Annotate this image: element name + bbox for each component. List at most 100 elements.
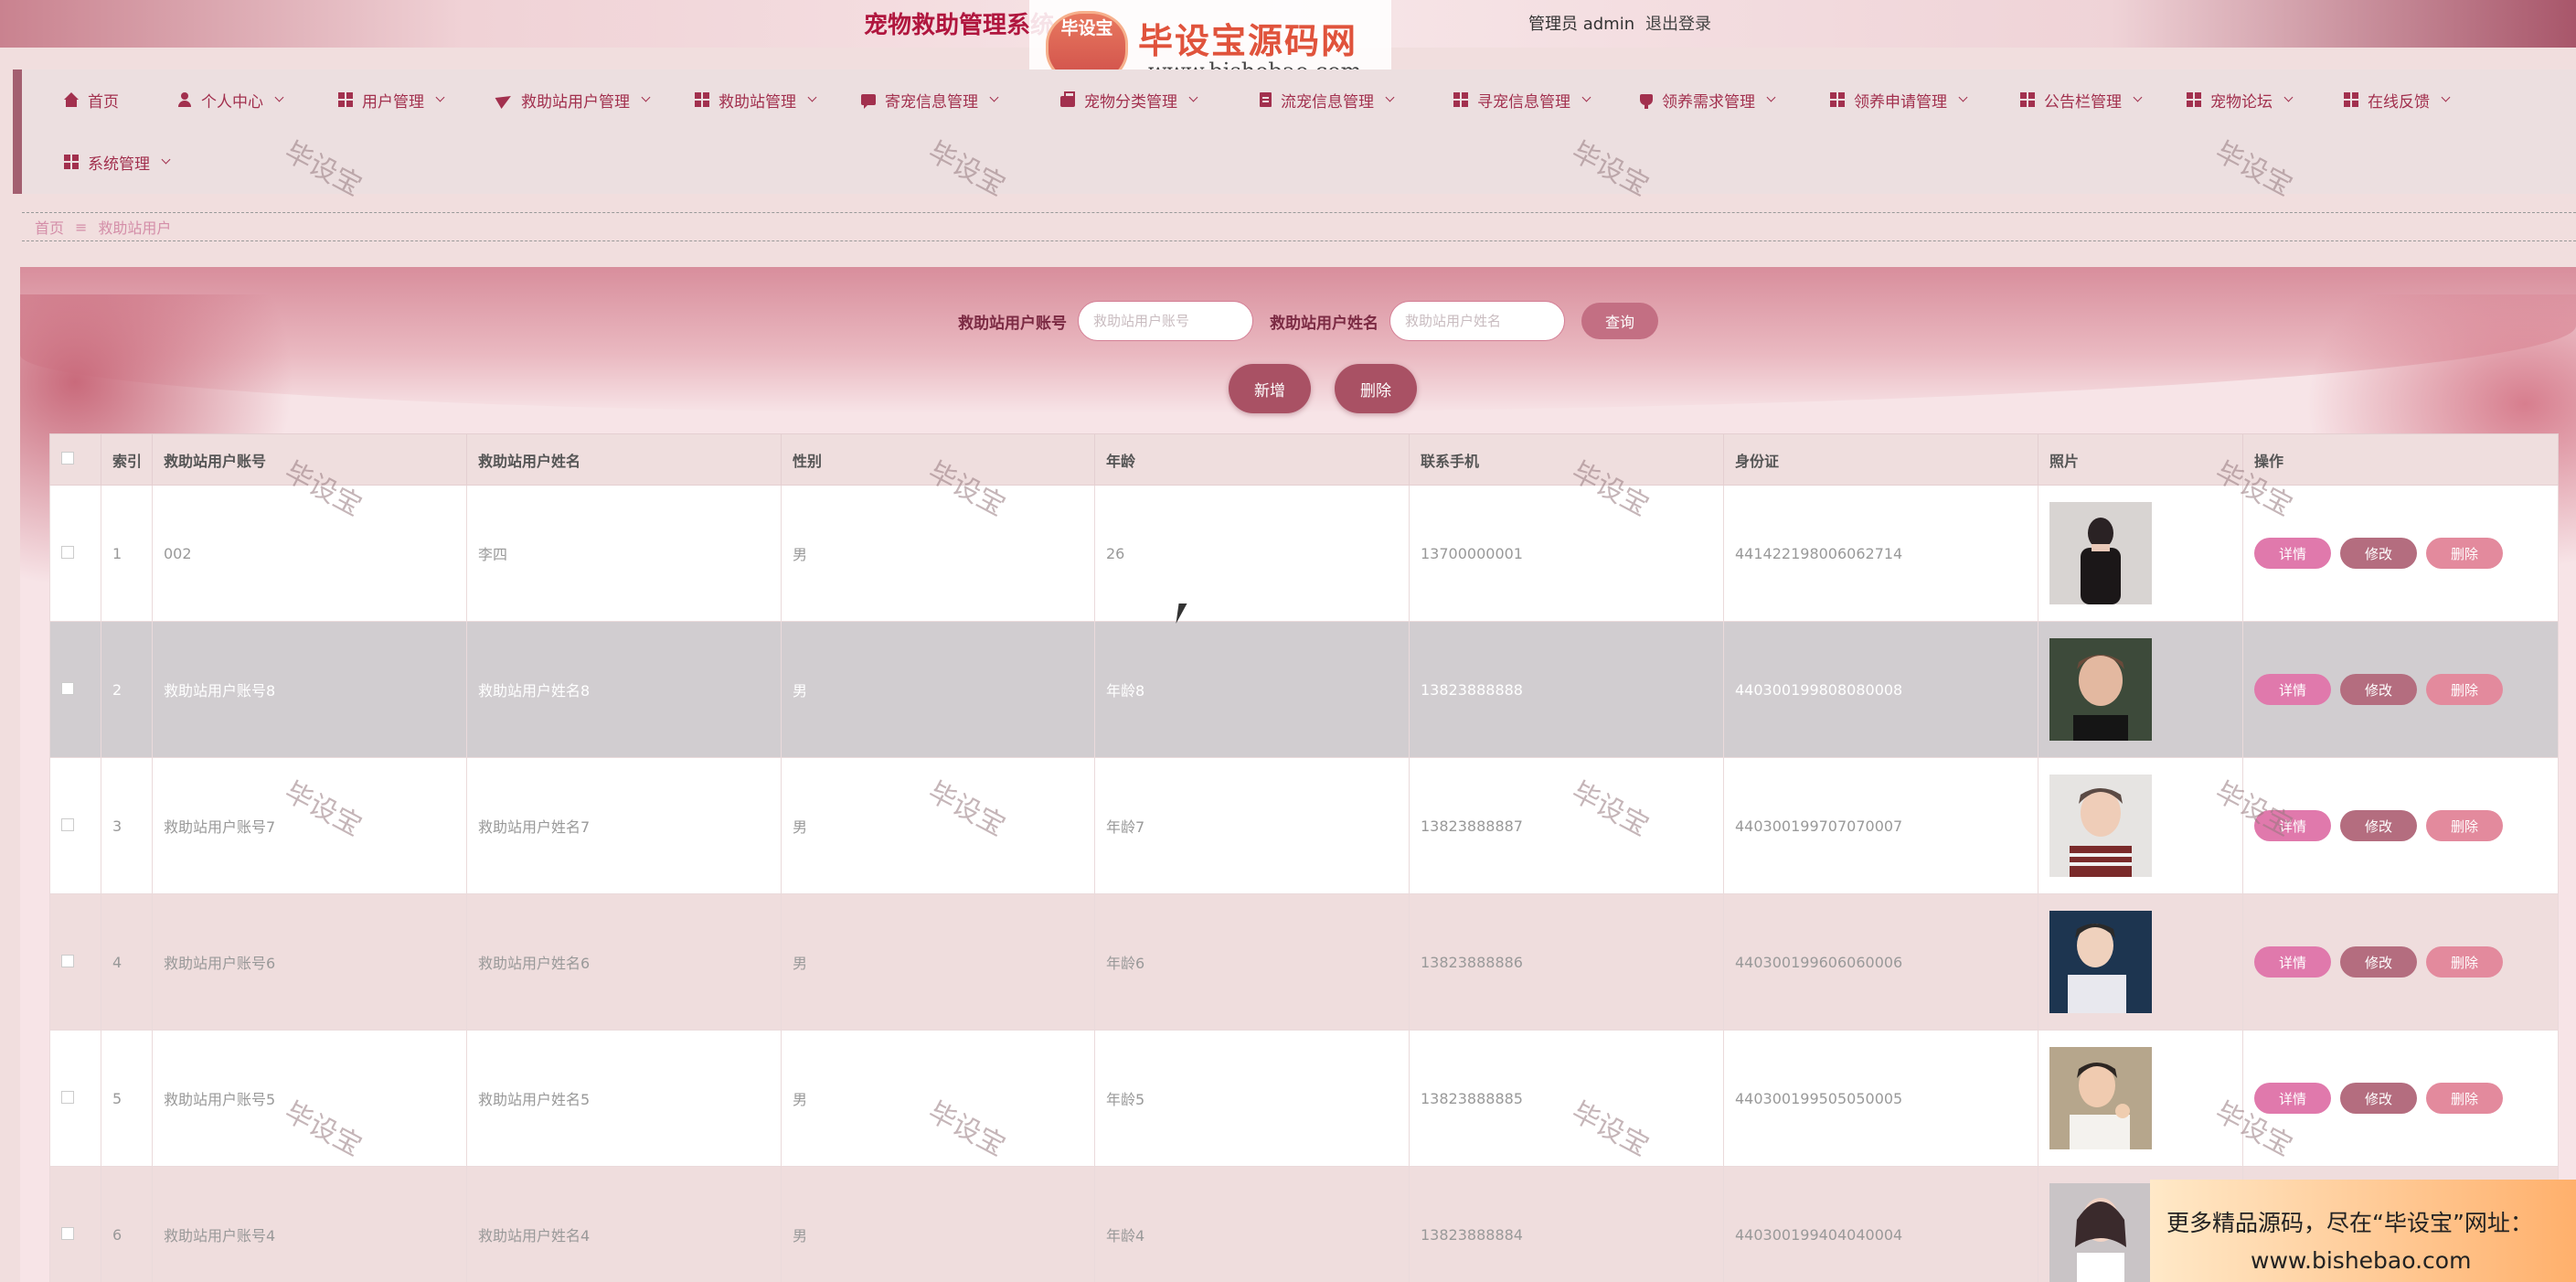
user-icon bbox=[177, 92, 192, 107]
nav-item-user-management[interactable]: 用户管理 bbox=[338, 86, 445, 113]
nav-item-online-feedback[interactable]: 在线反馈 bbox=[2344, 86, 2451, 113]
table-header-row: 索引 救助站用户账号 救助站用户姓名 性别 年龄 联系手机 身份证 照片 操作 bbox=[49, 433, 2559, 486]
nav-item-station-user-management[interactable]: 救助站用户管理 bbox=[495, 86, 651, 113]
query-button[interactable]: 查询 bbox=[1581, 303, 1658, 339]
table-row[interactable]: 5 救助站用户账号5 救助站用户姓名5 男 年龄5 13823888885 44… bbox=[49, 1030, 2559, 1167]
name-cell: 救助站用户姓名6 bbox=[466, 893, 782, 1031]
logout-link[interactable]: 退出登录 bbox=[1645, 11, 1711, 35]
main-navigation: 首页 个人中心 用户管理 救助站用户管理 救助站管理 寄宠信息管理 宠物分类管理… bbox=[13, 69, 2576, 194]
name-cell: 救助站用户姓名8 bbox=[466, 621, 782, 758]
index-cell: 1 bbox=[101, 485, 153, 622]
grid-icon bbox=[2020, 92, 2035, 107]
delete-button[interactable]: 删除 bbox=[2426, 810, 2503, 841]
chevron-down-icon bbox=[161, 155, 171, 165]
column-header: 性别 bbox=[781, 433, 1095, 486]
edit-button[interactable]: 修改 bbox=[2340, 810, 2417, 841]
gender-cell: 男 bbox=[781, 485, 1095, 622]
gender-cell: 男 bbox=[781, 1030, 1095, 1167]
table-row[interactable]: 1 002 李四 男 26 13700000001 44142219800606… bbox=[49, 485, 2559, 622]
nav-item-label: 领养需求管理 bbox=[1662, 92, 1755, 112]
detail-button[interactable]: 详情 bbox=[2254, 1083, 2331, 1114]
nav-item-label: 领养申请管理 bbox=[1854, 92, 1947, 112]
logo-name: 毕设宝源码网 bbox=[1138, 21, 1358, 61]
add-button[interactable]: 新增 bbox=[1229, 364, 1311, 413]
table-row[interactable]: 4 救助站用户账号6 救助站用户姓名6 男 年龄6 13823888886 44… bbox=[49, 893, 2559, 1031]
name-search-input[interactable] bbox=[1389, 301, 1565, 341]
photo-cell bbox=[2038, 757, 2243, 894]
index-cell: 4 bbox=[101, 893, 153, 1031]
nav-item-profile[interactable]: 个人中心 bbox=[177, 86, 284, 113]
chevron-down-icon bbox=[989, 92, 999, 102]
nav-item-label: 宠物论坛 bbox=[2210, 92, 2273, 112]
nav-item-stray-pet-info[interactable]: 流宠信息管理 bbox=[1260, 86, 1395, 113]
nav-item-label: 流宠信息管理 bbox=[1281, 92, 1374, 112]
row-checkbox[interactable] bbox=[61, 1226, 74, 1240]
column-header: 年龄 bbox=[1094, 433, 1410, 486]
breadcrumb-home-link[interactable]: 首页 bbox=[35, 216, 64, 238]
edit-button[interactable]: 修改 bbox=[2340, 946, 2417, 978]
nav-item-boarding-info[interactable]: 寄宠信息管理 bbox=[861, 86, 999, 113]
station-user-table: 索引 救助站用户账号 救助站用户姓名 性别 年龄 联系手机 身份证 照片 操作 … bbox=[49, 433, 2559, 1282]
row-checkbox[interactable] bbox=[61, 817, 74, 831]
row-checkbox[interactable] bbox=[61, 681, 74, 695]
table-row[interactable]: 2 救助站用户账号8 救助站用户姓名8 男 年龄8 13823888888 44… bbox=[49, 621, 2559, 758]
age-cell: 年龄5 bbox=[1094, 1030, 1410, 1167]
phone-cell: 13823888888 bbox=[1409, 621, 1724, 758]
row-select-cell bbox=[49, 485, 101, 622]
cup-icon bbox=[1640, 94, 1653, 109]
delete-button[interactable]: 删除 bbox=[2426, 538, 2503, 569]
row-checkbox[interactable] bbox=[61, 1090, 74, 1104]
account-search-input[interactable] bbox=[1078, 301, 1253, 341]
briefcase-icon bbox=[1060, 91, 1075, 107]
id-card-cell: 440300199606060006 bbox=[1723, 893, 2038, 1031]
breadcrumb-separator: ≡ bbox=[75, 218, 88, 236]
detail-button[interactable]: 详情 bbox=[2254, 946, 2331, 978]
chevron-down-icon bbox=[1766, 92, 1776, 102]
index-cell: 3 bbox=[101, 757, 153, 894]
detail-button[interactable]: 详情 bbox=[2254, 674, 2331, 705]
edit-button[interactable]: 修改 bbox=[2340, 674, 2417, 705]
nav-item-pet-category[interactable]: 宠物分类管理 bbox=[1060, 86, 1198, 113]
phone-cell: 13700000001 bbox=[1409, 485, 1724, 622]
nav-item-lost-pet-info[interactable]: 寻宠信息管理 bbox=[1453, 86, 1591, 113]
promo-url[interactable]: www.bishebao.com bbox=[2166, 1247, 2576, 1274]
promo-banner: 更多精品源码，尽在“毕设宝”网址： www.bishebao.com bbox=[2150, 1180, 2576, 1282]
delete-button[interactable]: 删除 bbox=[2426, 674, 2503, 705]
nav-item-label: 寄宠信息管理 bbox=[885, 92, 978, 112]
row-checkbox[interactable] bbox=[61, 545, 74, 559]
nav-item-label: 用户管理 bbox=[362, 92, 424, 112]
batch-delete-button[interactable]: 删除 bbox=[1335, 364, 1417, 413]
nav-item-label: 系统管理 bbox=[88, 155, 150, 174]
message-icon bbox=[861, 94, 876, 109]
nav-item-pet-forum[interactable]: 宠物论坛 bbox=[2187, 86, 2294, 113]
detail-button[interactable]: 详情 bbox=[2254, 810, 2331, 841]
current-user-label: 管理员 admin bbox=[1528, 15, 1635, 34]
nav-item-station-management[interactable]: 救助站管理 bbox=[695, 86, 817, 113]
delete-button[interactable]: 删除 bbox=[2426, 946, 2503, 978]
user-photo bbox=[2049, 1047, 2152, 1149]
grid-icon bbox=[338, 92, 353, 107]
edit-button[interactable]: 修改 bbox=[2340, 538, 2417, 569]
edit-button[interactable]: 修改 bbox=[2340, 1083, 2417, 1114]
chevron-down-icon bbox=[807, 92, 817, 102]
actions-cell: 详情修改删除 bbox=[2242, 893, 2559, 1031]
row-checkbox[interactable] bbox=[61, 954, 74, 967]
account-cell: 救助站用户账号6 bbox=[152, 893, 467, 1031]
nav-item-label: 个人中心 bbox=[201, 92, 263, 112]
nav-item-bulletin-board[interactable]: 公告栏管理 bbox=[2020, 86, 2143, 113]
mouse-cursor-icon bbox=[1176, 604, 1196, 624]
detail-button[interactable]: 详情 bbox=[2254, 538, 2331, 569]
gender-cell: 男 bbox=[781, 1166, 1095, 1282]
table-row[interactable]: 3 救助站用户账号7 救助站用户姓名7 男 年龄7 13823888887 44… bbox=[49, 757, 2559, 894]
column-header: 联系手机 bbox=[1409, 433, 1724, 486]
nav-item-label: 救助站管理 bbox=[719, 92, 796, 112]
nav-item-home[interactable]: 首页 bbox=[64, 86, 119, 113]
breadcrumb: 首页 ≡ 救助站用户 bbox=[22, 212, 2576, 241]
actions-cell: 详情修改删除 bbox=[2242, 485, 2559, 622]
nav-item-adoption-applications[interactable]: 领养申请管理 bbox=[1830, 86, 1968, 113]
user-photo bbox=[2049, 775, 2152, 877]
nav-item-system-management[interactable]: 系统管理 bbox=[64, 148, 171, 176]
nav-item-adoption-needs[interactable]: 领养需求管理 bbox=[1640, 86, 1776, 113]
select-all-checkbox[interactable] bbox=[61, 452, 74, 465]
delete-button[interactable]: 删除 bbox=[2426, 1083, 2503, 1114]
